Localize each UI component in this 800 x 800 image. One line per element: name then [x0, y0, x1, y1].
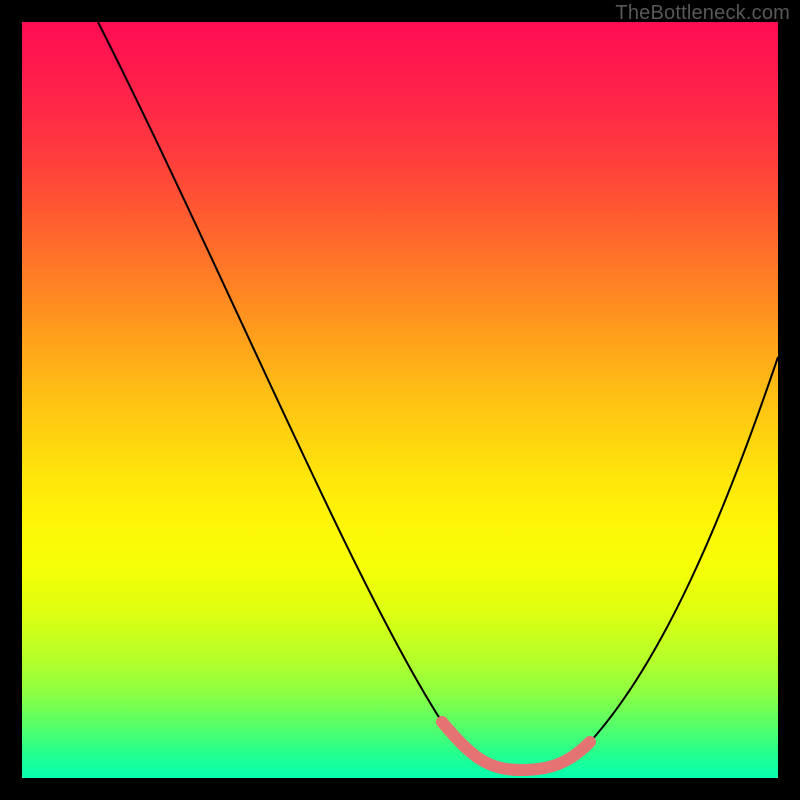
chart-frame: TheBottleneck.com	[0, 0, 800, 800]
chart-svg	[22, 22, 778, 778]
optimal-range-highlight-line	[442, 722, 590, 770]
watermark-text: TheBottleneck.com	[615, 2, 790, 25]
chart-plot-area	[22, 22, 778, 778]
bottleneck-curve-line	[98, 22, 778, 770]
